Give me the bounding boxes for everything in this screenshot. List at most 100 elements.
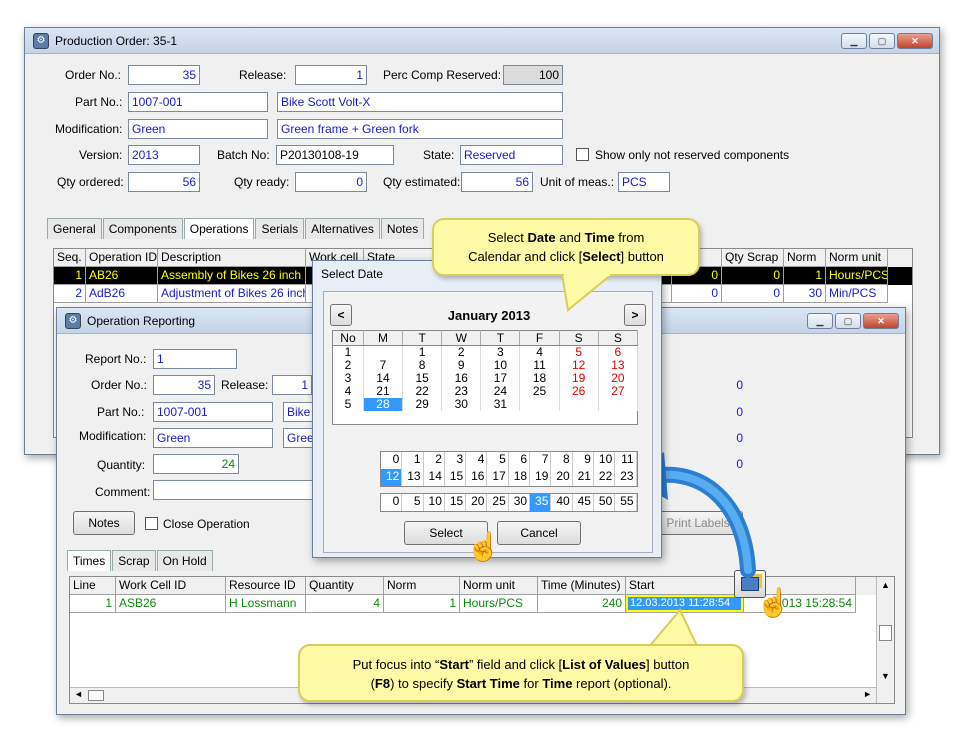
- tab-times[interactable]: Times: [67, 550, 112, 571]
- minute-cell[interactable]: 30: [509, 494, 531, 511]
- scroll-down-icon[interactable]: ▼: [877, 671, 894, 681]
- calendar-day[interactable]: 6: [598, 345, 639, 359]
- report-no-field[interactable]: 1: [153, 349, 237, 369]
- col-operation-id[interactable]: Operation ID: [86, 249, 158, 267]
- minute-cell[interactable]: 15: [445, 494, 467, 511]
- tab-alternatives[interactable]: Alternatives: [305, 218, 380, 239]
- hour-cell[interactable]: 0: [381, 452, 403, 469]
- close-button[interactable]: ✕: [863, 313, 899, 329]
- part-no-field[interactable]: 1007-001: [128, 92, 268, 112]
- release-field[interactable]: 1: [272, 375, 312, 395]
- scroll-thumb[interactable]: [879, 625, 892, 641]
- col-quantity[interactable]: Quantity: [306, 577, 384, 595]
- hscroll-thumb[interactable]: [88, 690, 104, 701]
- tab-notes[interactable]: Notes: [380, 218, 425, 239]
- order-no-field[interactable]: 35: [153, 375, 215, 395]
- calendar-day[interactable]: 30: [441, 398, 482, 411]
- calendar-day[interactable]: 25: [519, 385, 560, 398]
- tab-operations[interactable]: Operations: [183, 218, 255, 239]
- hour-cell[interactable]: 14: [424, 469, 445, 486]
- scroll-up-icon[interactable]: ▲: [877, 577, 894, 590]
- calendar-day[interactable]: 28: [363, 398, 404, 411]
- times-vscrollbar[interactable]: ▲ ▼: [876, 577, 894, 703]
- col-norm-unit[interactable]: Norm unit: [460, 577, 538, 595]
- modification-field[interactable]: Green: [128, 119, 268, 139]
- order-no-field[interactable]: 35: [128, 65, 200, 85]
- hour-cell[interactable]: 20: [551, 469, 573, 486]
- hour-cell[interactable]: 1: [402, 452, 424, 469]
- calendar-day[interactable]: 4: [519, 345, 560, 359]
- qty-ready-field[interactable]: 0: [295, 172, 367, 192]
- minimize-button[interactable]: ▁: [807, 313, 833, 329]
- minimize-button[interactable]: ▁: [841, 33, 867, 49]
- hour-cell[interactable]: 9: [573, 452, 594, 469]
- hour-cell[interactable]: 3: [445, 452, 467, 469]
- hour-cell[interactable]: 2: [424, 452, 445, 469]
- tab-general[interactable]: General: [47, 218, 102, 239]
- hour-cell[interactable]: 23: [615, 469, 637, 486]
- calendar-day[interactable]: 2: [441, 345, 482, 359]
- tab-serials[interactable]: Serials: [255, 218, 305, 239]
- close-button[interactable]: ✕: [897, 33, 933, 49]
- col-norm[interactable]: Norm: [384, 577, 460, 595]
- version-field[interactable]: 2013: [128, 145, 200, 165]
- maximize-button[interactable]: ▢: [869, 33, 895, 49]
- col-norm[interactable]: Norm: [784, 249, 826, 267]
- prev-month-button[interactable]: <: [330, 304, 352, 326]
- col-resource-id[interactable]: Resource ID: [226, 577, 306, 595]
- col-time-minutes[interactable]: Time (Minutes): [538, 577, 626, 595]
- comment-field[interactable]: [153, 480, 313, 500]
- part-desc-field[interactable]: Bike Scott Volt-X: [277, 92, 563, 112]
- tab-components[interactable]: Components: [102, 218, 183, 239]
- hour-cell[interactable]: 5: [487, 452, 509, 469]
- notes-button[interactable]: Notes: [73, 511, 135, 535]
- hour-cell[interactable]: 22: [594, 469, 616, 486]
- part-no-field[interactable]: 1007-001: [153, 402, 273, 422]
- hour-cell[interactable]: 21: [573, 469, 594, 486]
- hour-cell[interactable]: 10: [594, 452, 616, 469]
- calendar-day[interactable]: 27: [598, 385, 639, 398]
- release-field[interactable]: 1: [295, 65, 367, 85]
- unit-field[interactable]: PCS: [618, 172, 670, 192]
- col-norm-unit[interactable]: Norm unit: [826, 249, 888, 267]
- hour-cell[interactable]: 4: [466, 452, 488, 469]
- scroll-right-icon[interactable]: ►: [863, 689, 872, 699]
- minute-cell[interactable]: 55: [615, 494, 637, 511]
- hour-cell[interactable]: 18: [509, 469, 531, 486]
- col-description[interactable]: Description: [158, 249, 306, 267]
- col-qty-scrap[interactable]: Qty Scrap: [722, 249, 784, 267]
- minute-cell[interactable]: 5: [402, 494, 424, 511]
- batch-field[interactable]: P20130108-19: [276, 145, 394, 165]
- hour-cell[interactable]: 15: [445, 469, 467, 486]
- calendar-day[interactable]: 1: [402, 345, 443, 359]
- col-work-cell-id[interactable]: Work Cell ID: [116, 577, 226, 595]
- next-month-button[interactable]: >: [624, 304, 646, 326]
- qty-ordered-field[interactable]: 56: [128, 172, 200, 192]
- quantity-field[interactable]: 24: [153, 454, 239, 474]
- hour-cell[interactable]: 8: [551, 452, 573, 469]
- hour-cell[interactable]: 11: [615, 452, 637, 469]
- scroll-left-icon[interactable]: ◄: [74, 689, 83, 699]
- minute-cell[interactable]: 20: [466, 494, 488, 511]
- minute-cell[interactable]: 10: [424, 494, 445, 511]
- close-operation-checkbox[interactable]: [145, 517, 158, 530]
- tab-on-hold[interactable]: On Hold: [156, 550, 213, 571]
- calendar-day[interactable]: 26: [559, 385, 599, 398]
- hour-cell[interactable]: 12: [381, 469, 403, 486]
- modification-desc-field[interactable]: Green frame + Green fork: [277, 119, 563, 139]
- minute-cell[interactable]: 35: [530, 494, 552, 511]
- state-field[interactable]: Reserved: [460, 145, 563, 165]
- calendar-day[interactable]: 29: [402, 398, 443, 411]
- minute-cell[interactable]: 25: [487, 494, 509, 511]
- minute-cell[interactable]: 40: [551, 494, 573, 511]
- maximize-button[interactable]: ▢: [835, 313, 861, 329]
- hour-cell[interactable]: 13: [402, 469, 424, 486]
- hour-cell[interactable]: 6: [509, 452, 531, 469]
- hour-cell[interactable]: 7: [530, 452, 552, 469]
- minute-cell[interactable]: 50: [594, 494, 616, 511]
- calendar-day[interactable]: 31: [480, 398, 521, 411]
- show-only-checkbox[interactable]: [576, 148, 589, 161]
- hour-cell[interactable]: 16: [466, 469, 488, 486]
- minute-cell[interactable]: 45: [573, 494, 594, 511]
- cancel-button[interactable]: Cancel: [497, 521, 581, 545]
